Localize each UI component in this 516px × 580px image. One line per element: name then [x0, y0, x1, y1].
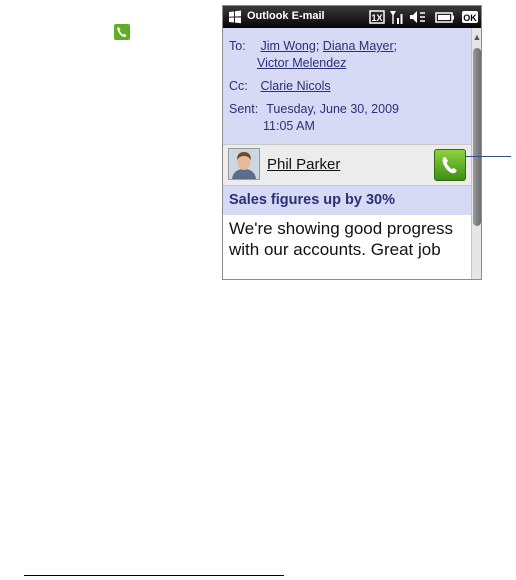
to-label: To:: [229, 39, 246, 53]
call-sender-button[interactable]: [434, 149, 466, 181]
bottom-rule: [24, 575, 284, 576]
recipient-separator: ;: [315, 39, 320, 53]
callout-line: [465, 156, 511, 157]
email-subject: Sales figures up by 30%: [229, 192, 396, 208]
cc-recipient-link[interactable]: Clarie Nicols: [260, 79, 330, 93]
window-title: Outlook E-mail: [247, 10, 325, 22]
email-body: We're showing good progress with our acc…: [229, 219, 454, 259]
status-bar: Outlook E-mail 1X OK: [223, 6, 481, 28]
scroll-thumb[interactable]: [473, 48, 481, 226]
recipient-separator: ;: [393, 39, 398, 53]
ok-button[interactable]: OK: [461, 9, 479, 25]
recipient-link[interactable]: Victor Melendez: [257, 56, 346, 70]
signal-strength-icon: [390, 11, 403, 24]
sender-name-link[interactable]: Phil Parker: [267, 156, 340, 173]
phone-call-icon: [442, 157, 457, 174]
scroll-up-arrow-icon[interactable]: ▲: [472, 32, 481, 42]
sent-row: Sent: Tuesday, June 30, 2009: [229, 102, 399, 116]
sender-row: Phil Parker: [223, 144, 471, 186]
phone-screen: Outlook E-mail 1X OK To: Jim Wong; Diana…: [222, 5, 482, 280]
email-header: To: Jim Wong; Diana Mayer; Victor Melend…: [223, 28, 471, 144]
sent-time-row: 11:05 AM: [263, 119, 315, 133]
avatar[interactable]: [228, 148, 260, 180]
scrollbar[interactable]: ▲: [471, 28, 481, 279]
avatar-photo-icon: [229, 149, 259, 179]
ok-label: OK: [463, 13, 477, 23]
recipient-link[interactable]: Diana Mayer: [323, 39, 394, 53]
sent-date: Tuesday, June 30, 2009: [266, 102, 399, 116]
network-label: 1X: [371, 13, 382, 23]
subject-row: Sales figures up by 30%: [223, 186, 471, 215]
1x-network-icon: 1X: [369, 10, 385, 24]
speaker-mute-icon: [410, 11, 425, 23]
cc-row: Cc: Clarie Nicols: [229, 79, 331, 93]
to-row-continued: Victor Melendez: [257, 56, 346, 70]
sent-label: Sent:: [229, 102, 259, 116]
phone-call-icon: [114, 24, 130, 40]
recipient-link[interactable]: Jim Wong: [260, 39, 315, 53]
to-row: To: Jim Wong; Diana Mayer;: [229, 39, 397, 53]
cc-label: Cc:: [229, 79, 248, 93]
windows-start-icon[interactable]: [228, 10, 242, 24]
battery-icon: [435, 12, 454, 23]
sent-time: 11:05 AM: [263, 119, 315, 133]
